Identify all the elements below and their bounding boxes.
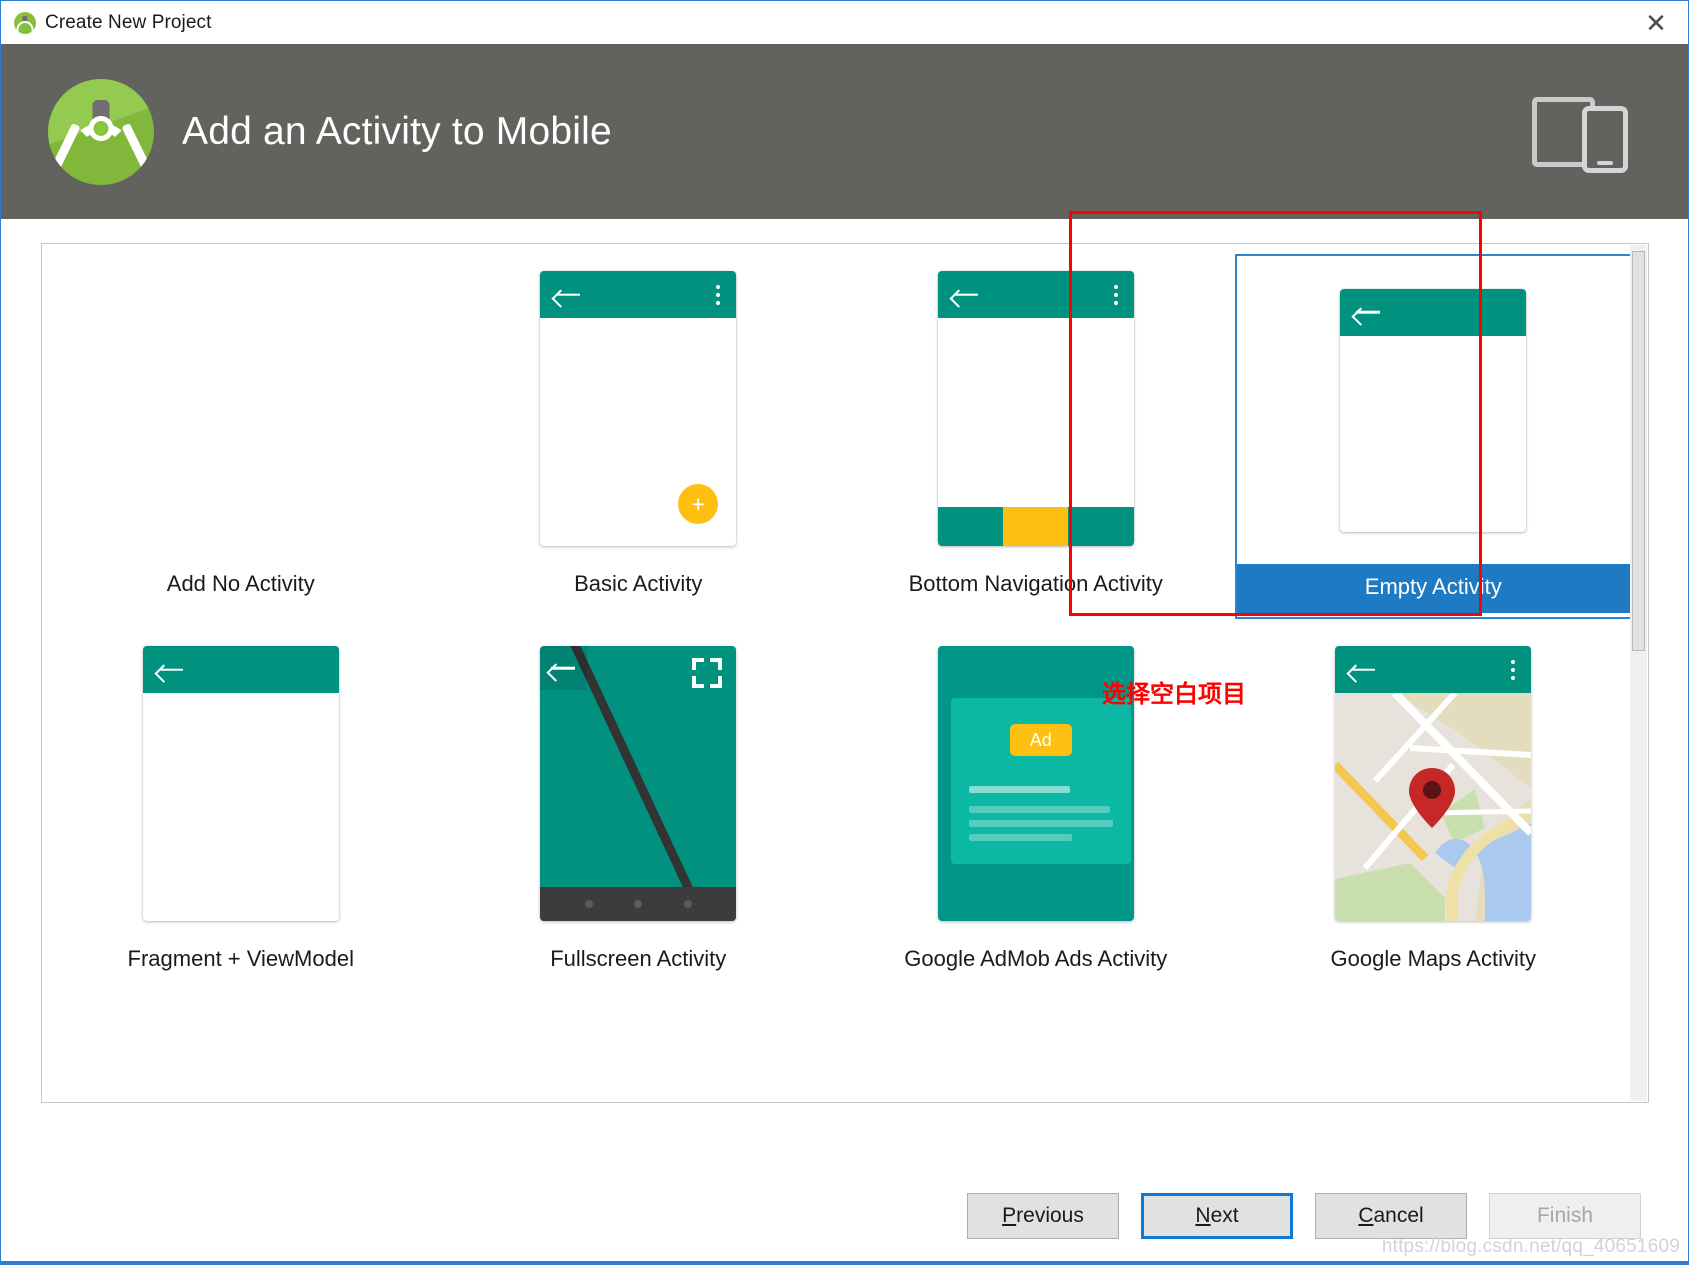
window-title: Create New Project	[45, 12, 212, 34]
template-card-fragment-viewmodel[interactable]: Fragment + ViewModel	[42, 619, 440, 994]
overflow-menu-icon	[1114, 285, 1118, 305]
template-card-fullscreen-activity[interactable]: Fullscreen Activity	[440, 619, 838, 994]
previous-mnemonic: P	[1002, 1204, 1016, 1228]
template-label: Add No Activity	[42, 563, 440, 615]
map-preview	[1335, 693, 1531, 921]
thumbnail-none	[42, 254, 440, 563]
annotation-text: 选择空白项目	[1102, 674, 1246, 709]
android-studio-icon	[14, 12, 36, 34]
template-label: Google AdMob Ads Activity	[837, 938, 1235, 990]
tablet-and-phone-icon	[1532, 91, 1628, 173]
back-arrow-icon	[540, 646, 587, 690]
next-label-rest: ext	[1211, 1204, 1239, 1228]
next-button[interactable]: Next	[1141, 1193, 1293, 1239]
overflow-menu-icon	[716, 285, 720, 305]
create-new-project-dialog: Create New Project ✕ Add an Activity to …	[0, 0, 1689, 1265]
activity-template-gallery: Add No Activity +	[41, 243, 1649, 1103]
dialog-bottom-rule	[1, 1261, 1688, 1264]
title-bar: Create New Project ✕	[1, 1, 1688, 44]
finish-button: Finish	[1489, 1193, 1641, 1239]
thumbnail-bottom-navigation-activity	[938, 271, 1134, 546]
close-icon[interactable]: ✕	[1640, 7, 1672, 39]
template-grid: Add No Activity +	[42, 244, 1632, 994]
thumbnail-fragment-viewmodel	[143, 646, 339, 921]
dialog-body: Add No Activity +	[1, 219, 1688, 1168]
app-bar	[1335, 646, 1531, 693]
back-arrow-icon	[1356, 302, 1382, 322]
app-bar	[540, 271, 736, 318]
template-label: Basic Activity	[440, 563, 838, 615]
dialog-footer: Previous Next Cancel Finish https://blog…	[1, 1168, 1688, 1264]
template-card-empty-activity[interactable]: Empty Activity	[1235, 244, 1633, 619]
template-card-basic-activity[interactable]: + Basic Activity	[440, 244, 838, 619]
expand-icon	[692, 658, 722, 688]
cancel-label-rest: ancel	[1373, 1204, 1423, 1228]
dialog-header: Add an Activity to Mobile	[1, 44, 1688, 219]
previous-button[interactable]: Previous	[967, 1193, 1119, 1239]
template-label: Bottom Navigation Activity	[837, 563, 1235, 615]
back-arrow-icon	[556, 285, 582, 305]
cancel-button[interactable]: Cancel	[1315, 1193, 1467, 1239]
template-card-google-maps-activity[interactable]: Google Maps Activity	[1235, 619, 1633, 994]
overflow-menu-icon	[1511, 660, 1515, 680]
template-card-bottom-navigation-activity[interactable]: Bottom Navigation Activity	[837, 244, 1235, 619]
system-nav-bar	[540, 887, 736, 921]
template-label: Fragment + ViewModel	[42, 938, 440, 990]
app-bar	[143, 646, 339, 693]
page-title: Add an Activity to Mobile	[182, 110, 612, 154]
template-label: Fullscreen Activity	[440, 938, 838, 990]
template-label: Google Maps Activity	[1235, 938, 1633, 990]
gallery-scrollbar-thumb[interactable]	[1632, 251, 1645, 651]
back-arrow-icon	[1351, 660, 1377, 680]
thumbnail-fullscreen-activity	[540, 646, 736, 921]
cancel-mnemonic: C	[1358, 1204, 1373, 1228]
template-label-selected: Empty Activity	[1237, 564, 1631, 613]
gallery-scrollbar[interactable]	[1630, 245, 1647, 1101]
android-studio-logo	[48, 79, 154, 185]
thumbnail-empty-activity	[1340, 289, 1526, 532]
thumbnail-maps-activity	[1335, 646, 1531, 921]
bottom-navigation-bar	[938, 507, 1134, 546]
watermark: https://blog.csdn.net/qq_40651609	[1382, 1236, 1680, 1258]
ad-badge: Ad	[1010, 724, 1072, 756]
template-card-add-no-activity[interactable]: Add No Activity	[42, 244, 440, 619]
thumbnail-basic-activity: +	[540, 271, 736, 546]
back-arrow-icon	[954, 285, 980, 305]
app-bar	[938, 271, 1134, 318]
app-bar	[1340, 289, 1526, 336]
previous-label-rest: revious	[1016, 1204, 1084, 1228]
floating-action-button-icon: +	[678, 484, 718, 524]
next-mnemonic: N	[1195, 1204, 1210, 1228]
back-arrow-icon	[159, 660, 185, 680]
